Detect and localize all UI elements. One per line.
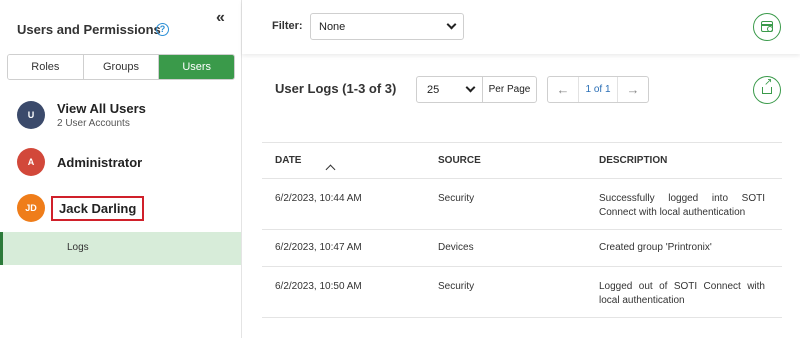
export-button[interactable]	[753, 76, 781, 104]
cell-date: 6/2/2023, 10:44 AM	[275, 193, 362, 204]
user-subtitle: 2 User Accounts	[57, 118, 130, 129]
user-name: Administrator	[57, 154, 143, 170]
avatar: U	[17, 101, 45, 129]
cell-description: Created group 'Printronix'	[599, 242, 712, 253]
per-page-label: Per Page	[482, 76, 537, 103]
cell-source: Security	[438, 281, 475, 292]
calendar-icon	[761, 21, 773, 32]
avatar: A	[17, 148, 45, 176]
sort-ascending-icon[interactable]	[325, 164, 336, 175]
next-page-button[interactable]: →	[618, 77, 648, 102]
filter-dropdown[interactable]: None	[310, 13, 464, 40]
collapse-panel-icon[interactable]: «	[216, 9, 225, 27]
logs-table: DATE SOURCE DESCRIPTION 6/2/2023, 10:44 …	[262, 142, 782, 318]
pagination: ← 1 of 1 →	[547, 76, 649, 103]
table-header: DATE SOURCE DESCRIPTION	[262, 142, 782, 179]
tab-users[interactable]: Users	[159, 55, 234, 79]
user-item-view-all[interactable]: U View All Users 2 User Accounts	[17, 101, 146, 129]
per-page-select[interactable]: 25	[416, 76, 483, 103]
prev-page-button[interactable]: ←	[548, 77, 578, 102]
users-permissions-panel: Users and Permissions ? « Roles Groups U…	[0, 0, 242, 338]
tab-groups[interactable]: Groups	[83, 55, 160, 79]
user-name: View All Users	[57, 101, 146, 116]
table-row[interactable]: 6/2/2023, 10:50 AM Security Logged out o…	[262, 267, 782, 318]
export-icon	[762, 77, 772, 94]
sidebar-item-label: Logs	[67, 242, 89, 253]
table-row[interactable]: 6/2/2023, 10:47 AM Devices Created group…	[262, 230, 782, 267]
user-name: Jack Darling	[59, 200, 137, 216]
filter-toolbar: Filter: None	[242, 0, 800, 54]
help-icon[interactable]: ?	[156, 23, 169, 36]
date-range-button[interactable]	[753, 13, 781, 41]
per-page-value: 25	[427, 84, 440, 96]
col-description[interactable]: DESCRIPTION	[599, 155, 667, 166]
filter-value: None	[319, 21, 346, 33]
user-type-tabs: Roles Groups Users	[7, 54, 235, 80]
page-indicator[interactable]: 1 of 1	[578, 77, 618, 102]
cell-source: Security	[438, 193, 475, 204]
user-item-jack-darling[interactable]: JD Jack Darling	[17, 194, 145, 222]
panel-title: Users and Permissions	[17, 22, 161, 37]
chevron-down-icon	[446, 19, 457, 30]
tab-roles[interactable]: Roles	[8, 55, 84, 79]
highlight-box: Jack Darling	[51, 195, 145, 221]
page-title: User Logs (1-3 of 3)	[275, 81, 397, 96]
chevron-down-icon	[465, 82, 476, 93]
cell-description: Successfully logged into SOTI Connect wi…	[599, 193, 765, 218]
cell-source: Devices	[438, 242, 474, 253]
table-row[interactable]: 6/2/2023, 10:44 AM Security Successfully…	[262, 179, 782, 230]
cell-date: 6/2/2023, 10:47 AM	[275, 242, 362, 253]
avatar: JD	[17, 194, 45, 222]
cell-description: Logged out of SOTI Connect with local au…	[599, 281, 765, 306]
user-item-administrator[interactable]: A Administrator	[17, 148, 142, 176]
filter-label: Filter:	[272, 20, 303, 32]
col-date[interactable]: DATE	[275, 155, 336, 175]
col-source[interactable]: SOURCE	[438, 155, 481, 166]
cell-date: 6/2/2023, 10:50 AM	[275, 281, 362, 292]
sidebar-item-logs[interactable]: Logs	[0, 232, 241, 265]
